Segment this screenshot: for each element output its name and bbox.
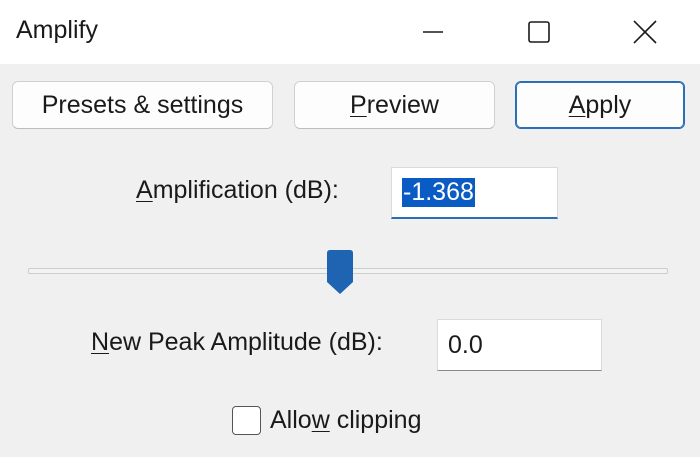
preview-label: Preview [350, 91, 439, 120]
amplification-slider-thumb[interactable] [327, 250, 354, 294]
preview-label-rest: review [366, 90, 439, 119]
amplification-mnemonic: A [136, 176, 153, 204]
allow-clipping-label[interactable]: Allow clipping [270, 406, 421, 435]
preview-mnemonic: P [350, 90, 367, 119]
presets-settings-button[interactable]: Presets & settings [12, 81, 273, 129]
new-peak-input[interactable]: 0.0 [437, 319, 602, 371]
allow-clipping-mnemonic: w [311, 405, 330, 434]
window-title: Amplify [16, 16, 98, 44]
allow-clipping-row[interactable]: Allow clipping [232, 402, 421, 438]
new-peak-mnemonic: N [91, 328, 110, 356]
apply-mnemonic: A [568, 90, 586, 119]
new-peak-label-rest: ew Peak Amplitude (dB): [109, 328, 383, 356]
close-icon [633, 20, 657, 44]
apply-label-rest: pply [585, 90, 632, 119]
new-peak-value: 0.0 [448, 330, 483, 359]
preview-button[interactable]: Preview [294, 81, 495, 129]
amplification-input[interactable]: -1.368 [391, 167, 558, 219]
minimize-button[interactable] [386, 0, 480, 64]
amplification-label: Amplification (dB): [136, 176, 339, 205]
maximize-button[interactable] [492, 0, 586, 64]
amplification-label-rest: mplification (dB): [152, 176, 339, 204]
presets-settings-label: Presets & settings [41, 90, 244, 119]
close-button[interactable] [598, 0, 692, 64]
amplification-value: -1.368 [402, 178, 475, 207]
maximize-icon [528, 21, 550, 43]
apply-button[interactable]: Apply [515, 81, 685, 129]
apply-label: Apply [569, 91, 632, 120]
minimize-icon [423, 31, 443, 33]
allow-clipping-prefix: Allo [270, 405, 312, 434]
title-bar: Amplify [0, 0, 700, 64]
allow-clipping-checkbox[interactable] [232, 405, 261, 435]
allow-clipping-rest: clipping [329, 405, 422, 434]
new-peak-label: New Peak Amplitude (dB): [91, 328, 383, 357]
